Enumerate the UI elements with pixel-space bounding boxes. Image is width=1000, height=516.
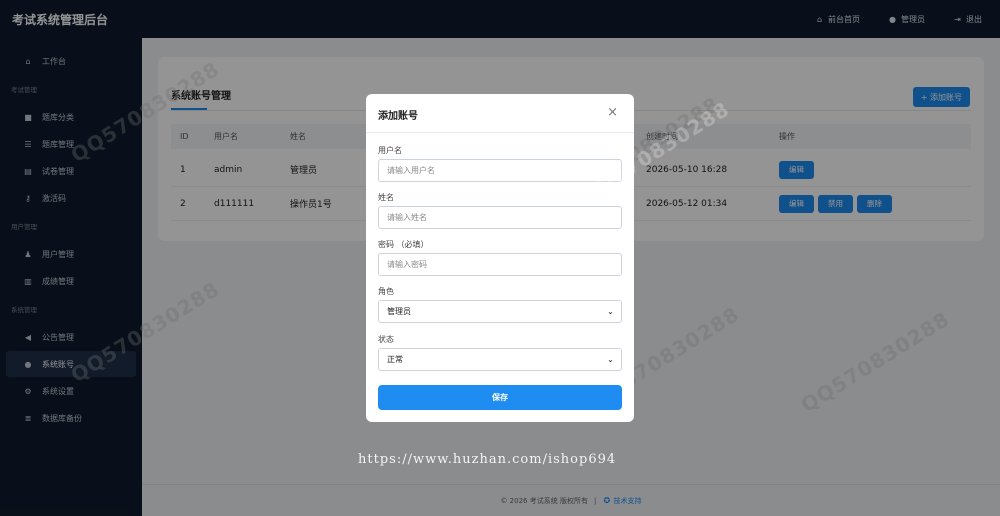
save-button[interactable]: 保存 <box>378 385 622 410</box>
status-select[interactable]: 正常 ⌄ <box>378 348 622 371</box>
username-input[interactable]: 请输入用户名 <box>378 159 622 182</box>
password-label: 密码 （必填） <box>378 240 429 249</box>
dialog-divider <box>366 132 634 133</box>
role-label: 角色 <box>378 287 394 296</box>
name-input[interactable]: 请输入姓名 <box>378 206 622 229</box>
status-label: 状态 <box>378 335 394 344</box>
add-account-dialog: 添加账号 × 用户名 请输入用户名 姓名 请输入姓名 密码 （必填） 请输入密码… <box>366 94 634 422</box>
watermark-url: https://www.huzhan.com/ishop694 <box>358 452 617 467</box>
chevron-down-icon: ⌄ <box>607 355 614 364</box>
role-value: 管理员 <box>387 307 411 316</box>
close-icon[interactable]: × <box>607 105 618 120</box>
dialog-title: 添加账号 <box>378 111 418 122</box>
username-label: 用户名 <box>378 146 402 155</box>
password-input[interactable]: 请输入密码 <box>378 253 622 276</box>
name-label: 姓名 <box>378 193 394 202</box>
role-select[interactable]: 管理员 ⌄ <box>378 300 622 323</box>
status-value: 正常 <box>387 355 403 364</box>
chevron-down-icon: ⌄ <box>607 307 614 316</box>
